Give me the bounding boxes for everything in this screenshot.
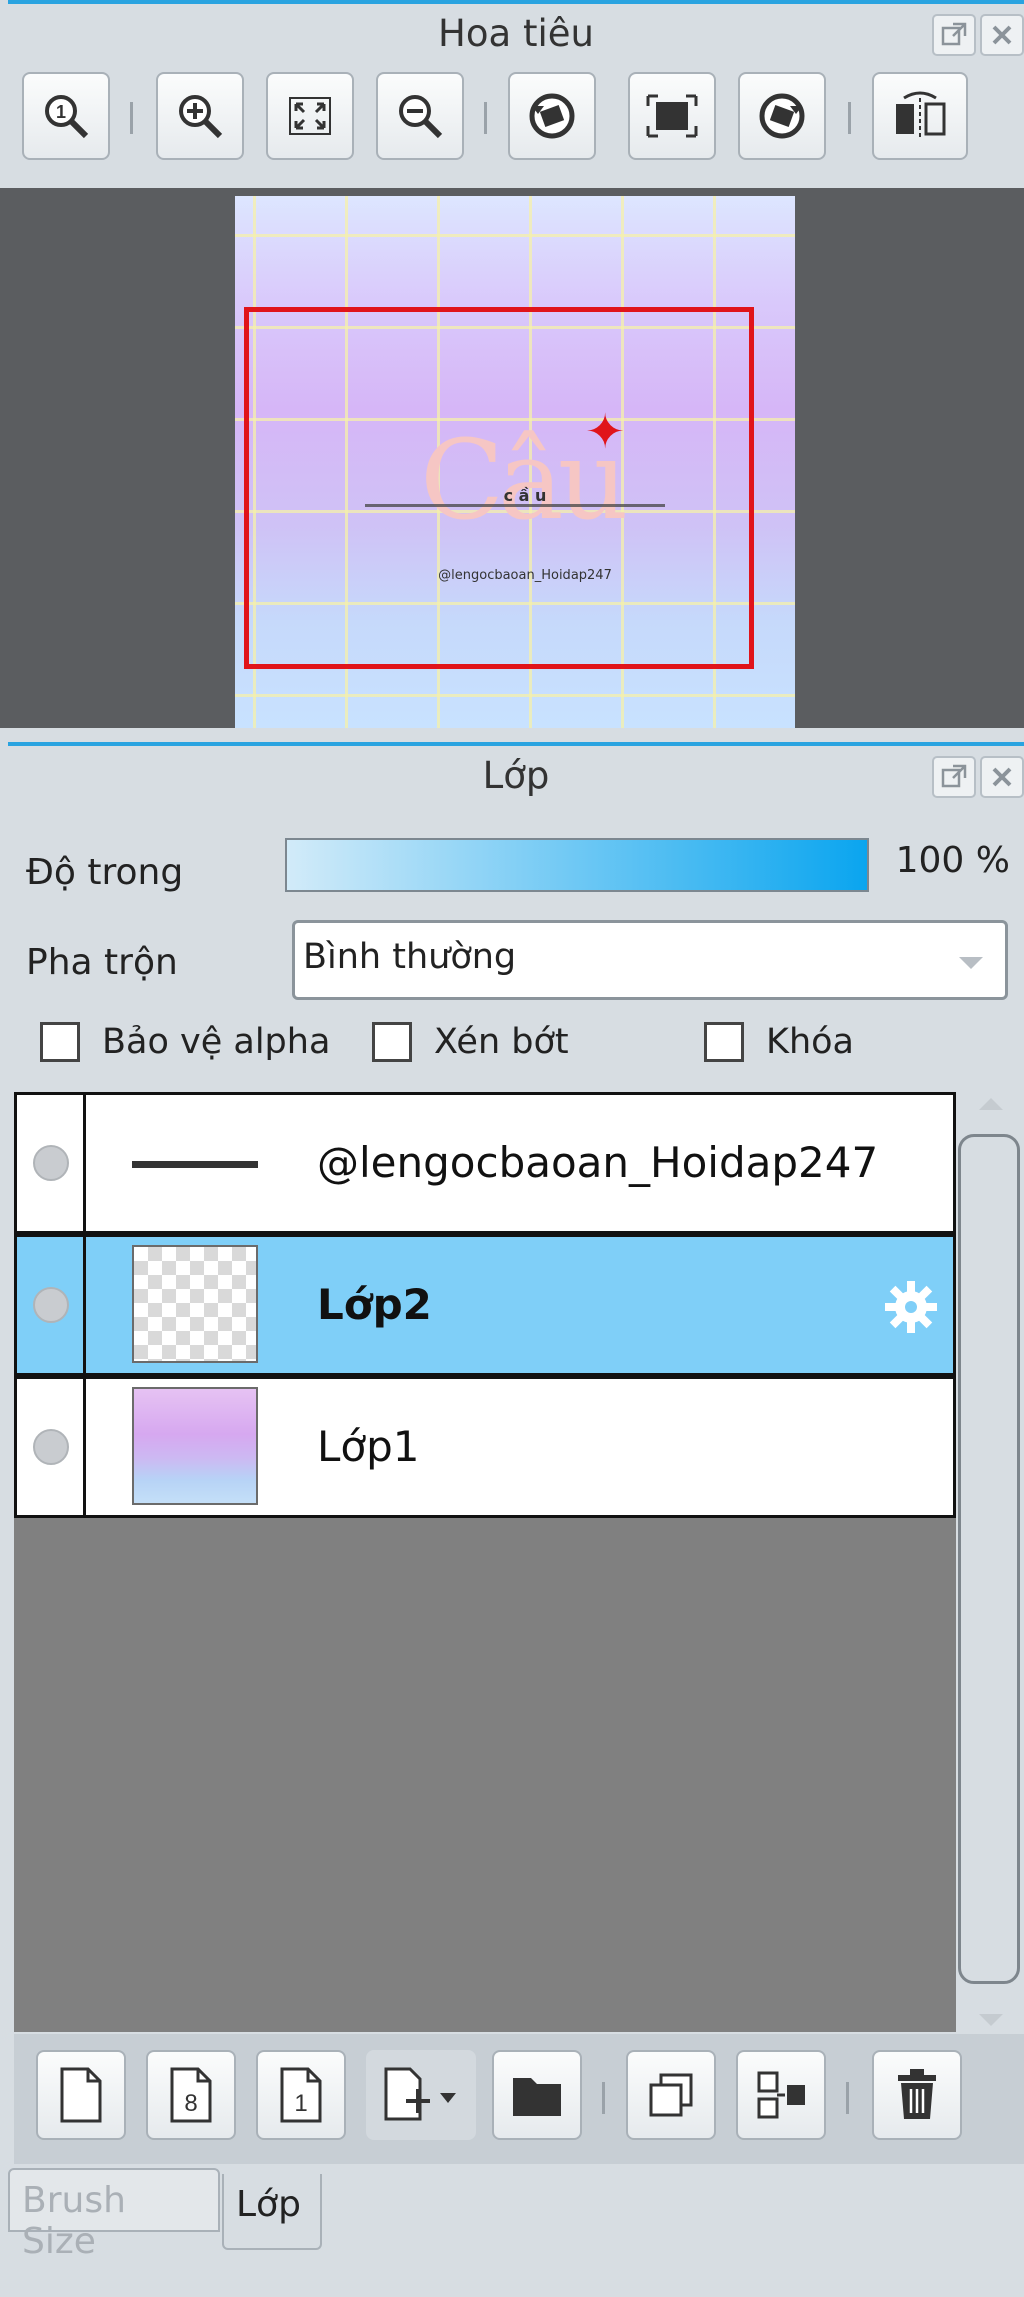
zoom-out-icon[interactable] — [376, 72, 464, 160]
new-8bit-layer-icon[interactable]: 8 — [146, 2050, 236, 2140]
toolbar-separator — [602, 2082, 605, 2114]
tab-layers[interactable]: Lớp — [222, 2174, 322, 2250]
navigator-canvas-preview: Câu c ầ u ✦ @lengocbaoan_Hoidap247 — [235, 196, 795, 728]
tab-label: Lớp — [236, 2184, 301, 2225]
undock-icon[interactable] — [932, 14, 976, 56]
panel-tabs: Brush Size Lớp — [0, 2168, 1024, 2262]
layer-titlebar: Lớp — [8, 742, 1024, 804]
scroll-up-icon[interactable] — [979, 1098, 1003, 1110]
layer-name: Lớp1 — [317, 1422, 420, 1471]
layer-name: @lengocbaoan_Hoidap247 — [317, 1138, 879, 1187]
layer-toolbar: 8 1 — [14, 2034, 1024, 2164]
clipping-option[interactable]: Xén bớt — [372, 1022, 569, 1062]
scroll-thumb[interactable] — [958, 1134, 1020, 1984]
layer-visibility-cell[interactable] — [17, 1237, 86, 1373]
toolbar-separator — [846, 2082, 849, 2114]
layer-list: @lengocbaoan_Hoidap247 Lớp2 Lớp1 — [14, 1092, 956, 2032]
navigator-viewport-rect[interactable] — [244, 307, 754, 669]
lock-checkbox[interactable] — [704, 1022, 744, 1062]
toolbar-separator — [848, 102, 851, 134]
layer-row[interactable]: Lớp2 — [14, 1234, 956, 1376]
tab-label: Brush Size — [22, 2180, 126, 2262]
folder-icon[interactable] — [492, 2050, 582, 2140]
blend-mode-value: Bình thường — [303, 937, 517, 977]
new-layer-icon[interactable] — [36, 2050, 126, 2140]
layer-row[interactable]: Lớp1 — [14, 1376, 956, 1518]
lock-option[interactable]: Khóa — [704, 1022, 854, 1062]
visibility-icon[interactable] — [33, 1145, 69, 1181]
layer-thumbnail — [132, 1103, 258, 1221]
duplicate-layer-icon[interactable] — [626, 2050, 716, 2140]
undock-icon[interactable] — [932, 756, 976, 798]
navigator-panel: Hoa tiêu 1 Câu c ầ u ✦ @lengocbaoan_Hoid… — [0, 0, 1024, 742]
toolbar-separator — [130, 102, 133, 134]
gear-icon[interactable] — [881, 1277, 941, 1337]
add-layer-dropdown-icon[interactable] — [366, 2050, 476, 2140]
merge-down-icon[interactable] — [736, 2050, 826, 2140]
opacity-slider[interactable] — [285, 838, 869, 892]
bit-depth-1: 1 — [294, 2090, 307, 2117]
scroll-down-icon[interactable] — [979, 2014, 1003, 2026]
protect-alpha-checkbox[interactable] — [40, 1022, 80, 1062]
grid-line — [235, 694, 795, 697]
rotate-right-icon[interactable] — [738, 72, 826, 160]
zoom-in-icon[interactable] — [156, 72, 244, 160]
layer-panel-title: Lớp — [482, 753, 550, 797]
layer-thumbnail — [132, 1245, 258, 1363]
layer-scrollbar[interactable] — [958, 1092, 1024, 2032]
visibility-icon[interactable] — [33, 1429, 69, 1465]
layer-name: Lớp2 — [317, 1280, 432, 1329]
opacity-value: 100 % — [895, 840, 1010, 881]
layer-thumbnail — [132, 1387, 258, 1505]
blend-mode-label: Pha trộn — [26, 942, 178, 983]
new-1bit-layer-icon[interactable]: 1 — [256, 2050, 346, 2140]
zoom-actual-icon[interactable]: 1 — [22, 72, 110, 160]
toolbar-separator — [484, 102, 487, 134]
layer-visibility-cell[interactable] — [17, 1095, 86, 1231]
visibility-icon[interactable] — [33, 1287, 69, 1323]
bit-depth-8: 8 — [184, 2090, 197, 2117]
navigator-toolbar: 1 — [8, 62, 1024, 182]
layer-visibility-cell[interactable] — [17, 1379, 86, 1515]
tab-brush-size[interactable]: Brush Size — [8, 2168, 220, 2262]
navigator-title: Hoa tiêu — [438, 11, 594, 55]
chevron-down-icon — [959, 957, 983, 969]
fit-screen-icon[interactable] — [266, 72, 354, 160]
flip-horizontal-icon[interactable] — [872, 72, 968, 160]
clipping-label: Xén bớt — [434, 1022, 569, 1062]
navigator-titlebar: Hoa tiêu — [8, 0, 1024, 62]
opacity-label: Độ trong — [26, 852, 184, 893]
trash-icon[interactable] — [872, 2050, 962, 2140]
protect-alpha-label: Bảo vệ alpha — [102, 1022, 331, 1062]
close-icon[interactable] — [980, 14, 1024, 56]
close-icon[interactable] — [980, 756, 1024, 798]
blend-mode-select[interactable]: Bình thường — [292, 920, 1008, 1000]
grid-line — [235, 234, 795, 237]
layer-row[interactable]: @lengocbaoan_Hoidap247 — [14, 1092, 956, 1234]
reset-view-icon[interactable] — [628, 72, 716, 160]
clipping-checkbox[interactable] — [372, 1022, 412, 1062]
lock-label: Khóa — [766, 1022, 854, 1062]
navigator-preview-area[interactable]: Câu c ầ u ✦ @lengocbaoan_Hoidap247 — [0, 188, 1024, 728]
protect-alpha-option[interactable]: Bảo vệ alpha — [40, 1022, 330, 1062]
layer-panel: Lớp Độ trong 100 % Pha trộn Bình thường … — [8, 742, 1024, 2168]
rotate-left-icon[interactable] — [508, 72, 596, 160]
svg-text:1: 1 — [56, 102, 66, 122]
